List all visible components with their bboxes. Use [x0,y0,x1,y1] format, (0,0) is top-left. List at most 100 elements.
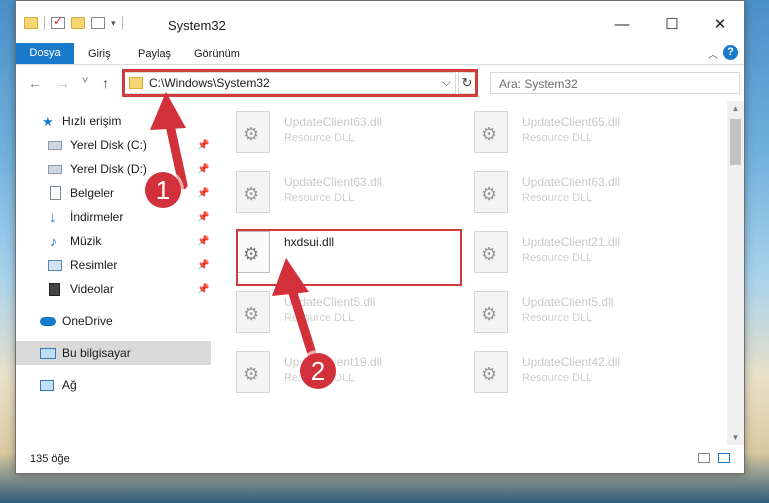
sidebar-item-label: Hızlı erişim [62,114,122,128]
file-item[interactable]: UpdateClient63.dll Resource DLL [452,165,682,217]
star-icon: ★ [42,113,54,129]
title-bar: ▾ System32 — ☐ ✕ [16,1,744,41]
recent-locations-icon[interactable]: ˅ [82,75,88,87]
toolbar-dropdown-icon[interactable]: ▾ [111,18,116,29]
status-bar: 135 öğe [16,445,744,473]
file-item[interactable]: UpdateClient65.dll Resource DLL [452,105,682,157]
sidebar-item-documents[interactable]: Belgeler 📌 [16,181,211,205]
scroll-thumb[interactable] [730,119,741,165]
ribbon-tabs: Dosya Giriş Paylaş Görünüm ︿ ? [16,41,744,65]
back-arrow-icon[interactable]: ← [28,75,42,91]
vertical-scrollbar[interactable]: ▲ ▼ [727,101,744,446]
sidebar-item-network[interactable]: Ağ [16,373,211,397]
dll-file-icon [236,231,270,273]
dll-file-icon [474,111,508,153]
file-item-hxdsui[interactable]: hxdsui.dll [214,225,444,277]
sidebar-item-label: İndirmeler [70,210,124,224]
cloud-icon [40,316,56,326]
large-icons-view-icon[interactable] [718,453,730,463]
file-name: hxdsui.dll [284,235,335,249]
pin-icon[interactable]: 📌 [197,260,209,271]
file-type: Resource DLL [284,192,355,204]
file-name: UpdateClient5.dll [284,295,376,309]
sidebar-item-label: Yerel Disk (C:) [70,138,147,152]
details-view-icon[interactable] [698,453,710,463]
dll-file-icon [236,351,270,393]
sidebar-item-label: OneDrive [62,314,113,328]
tab-file[interactable]: Dosya [16,43,74,64]
file-list: UpdateClient63.dll Resource DLL UpdateCl… [214,101,726,446]
dll-file-icon [474,231,508,273]
sidebar-item-label: Videolar [70,282,114,296]
search-input[interactable]: Ara: System32 [490,72,740,94]
file-type: Resource DLL [284,132,355,144]
file-name: UpdateClient63.dll [522,175,621,189]
up-arrow-icon[interactable]: ↑ [102,75,109,91]
file-name: UpdateClient21.dll [522,235,621,249]
sidebar-item-disk-c[interactable]: Yerel Disk (C:) 📌 [16,133,211,157]
customize-toolbar-icon[interactable] [91,17,105,29]
search-placeholder: Ara: System32 [499,77,578,91]
dll-file-icon [474,171,508,213]
sidebar-item-videos[interactable]: Videolar 📌 [16,277,211,301]
callout-two: 2 [300,353,336,389]
drive-icon [48,140,62,150]
sidebar-item-disk-d[interactable]: Yerel Disk (D:) 📌 [16,157,211,181]
window-title: System32 [168,18,226,33]
callout-one: 1 [145,172,181,208]
file-item[interactable]: UpdateClient21.dll Resource DLL [452,225,682,277]
pin-icon[interactable]: 📌 [197,284,209,295]
tab-home[interactable]: Giriş [78,44,121,65]
pin-icon[interactable]: 📌 [197,236,209,247]
sidebar-item-label: Resimler [70,258,118,272]
minimize-button[interactable]: — [602,12,642,38]
dll-file-icon [474,351,508,393]
file-type: Resource DLL [522,372,593,384]
help-icon[interactable]: ? [723,45,738,60]
scroll-down-icon[interactable]: ▼ [727,430,744,446]
chevron-down-icon[interactable]: ⌵ [442,75,451,90]
file-type: Resource DLL [522,312,593,324]
file-name: UpdateClient63.dll [284,115,383,129]
maximize-button[interactable]: ☐ [652,12,692,38]
folder-icon [24,17,38,29]
scroll-up-icon[interactable]: ▲ [727,101,744,117]
refresh-button[interactable]: ↻ [458,72,476,94]
address-row: ← → ˅ ↑ C:\Windows\System32 ⌵ ↻ Ara: Sys… [16,66,744,100]
tab-share[interactable]: Paylaş [128,44,181,65]
collapse-ribbon-icon[interactable]: ︿ [708,46,718,61]
new-folder-icon[interactable] [71,17,85,29]
file-item[interactable]: UpdateClient5.dll Resource DLL [214,285,444,337]
file-type: Resource DLL [284,312,355,324]
tab-view[interactable]: Görünüm [184,44,250,65]
sidebar-item-pictures[interactable]: Resimler 📌 [16,253,211,277]
file-item[interactable]: UpdateClient42.dll Resource DLL [452,345,682,397]
pin-icon[interactable]: 📌 [197,164,209,175]
pin-icon[interactable]: 📌 [197,140,209,151]
sidebar-item-label: Müzik [70,234,102,248]
file-type: Resource DLL [522,132,593,144]
sidebar-item-this-pc[interactable]: Bu bilgisayar [16,341,211,365]
navigation-pane: ★ Hızlı erişim Yerel Disk (C:) 📌 Yerel D… [16,101,211,446]
pin-icon[interactable]: 📌 [197,188,209,199]
sidebar-item-onedrive[interactable]: OneDrive [16,309,211,333]
file-name: UpdateClient42.dll [522,355,621,369]
pictures-icon [48,259,62,271]
sidebar-item-music[interactable]: ♪ Müzik 📌 [16,229,211,253]
close-button[interactable]: ✕ [700,12,740,38]
pin-icon[interactable]: 📌 [197,212,209,223]
file-item[interactable]: UpdateClient63.dll Resource DLL [214,165,444,217]
address-path[interactable]: C:\Windows\System32 [149,76,270,90]
forward-arrow-icon[interactable]: → [56,75,70,91]
file-name: UpdateClient63.dll [284,175,383,189]
dll-file-icon [236,111,270,153]
properties-icon[interactable] [51,14,65,29]
file-name: UpdateClient65.dll [522,115,621,129]
computer-icon [40,347,56,359]
file-item[interactable]: UpdateClient5.dll Resource DLL [452,285,682,337]
sidebar-item-downloads[interactable]: ↓ İndirmeler 📌 [16,205,211,229]
file-item[interactable]: UpdateClient63.dll Resource DLL [214,105,444,157]
address-bar[interactable]: C:\Windows\System32 ⌵ [124,72,456,94]
sidebar-item-quick-access[interactable]: ★ Hızlı erişim [16,109,211,133]
sidebar-item-label: Bu bilgisayar [62,346,131,360]
